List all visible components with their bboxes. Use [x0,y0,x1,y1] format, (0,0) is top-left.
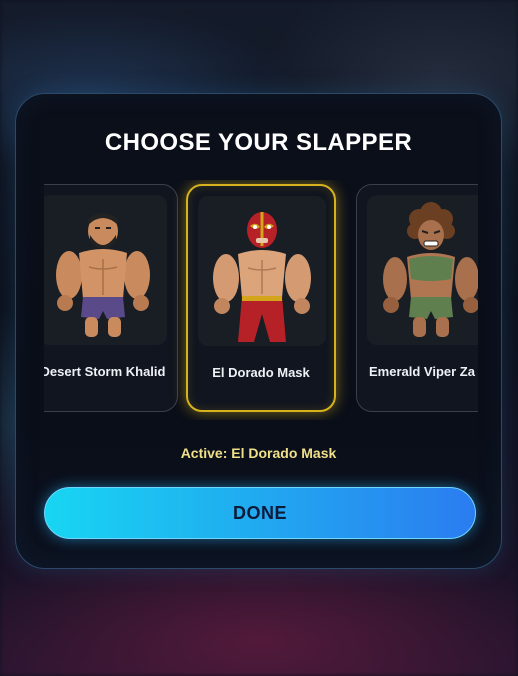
slapper-name-emerald-viper: Emerald Viper Za [369,364,475,379]
active-slapper-label: Active: El Dorado Mask [180,445,337,461]
slapper-card-el-dorado-mask[interactable]: El Dorado Mask [186,184,336,412]
choose-slapper-modal: CHOOSE YOUR SLAPPER Desert Storm Khalid … [15,93,502,569]
slapper-name-el-dorado-mask: El Dorado Mask [212,365,310,380]
slapper-name-desert-storm-khalid: Desert Storm Khalid [44,364,166,379]
slapper-portrait-desert-storm-khalid [44,195,167,345]
slapper-card-emerald-viper[interactable]: Emerald Viper Za [356,184,478,412]
done-button[interactable]: DONE [44,487,476,539]
slapper-portrait-el-dorado-mask [198,196,326,346]
slapper-portrait-emerald-viper [367,195,478,345]
slapper-carousel[interactable]: Desert Storm Khalid El Dorado Mask Emera… [44,180,478,420]
modal-title: CHOOSE YOUR SLAPPER [104,129,413,156]
slapper-card-desert-storm-khalid[interactable]: Desert Storm Khalid [44,184,178,412]
